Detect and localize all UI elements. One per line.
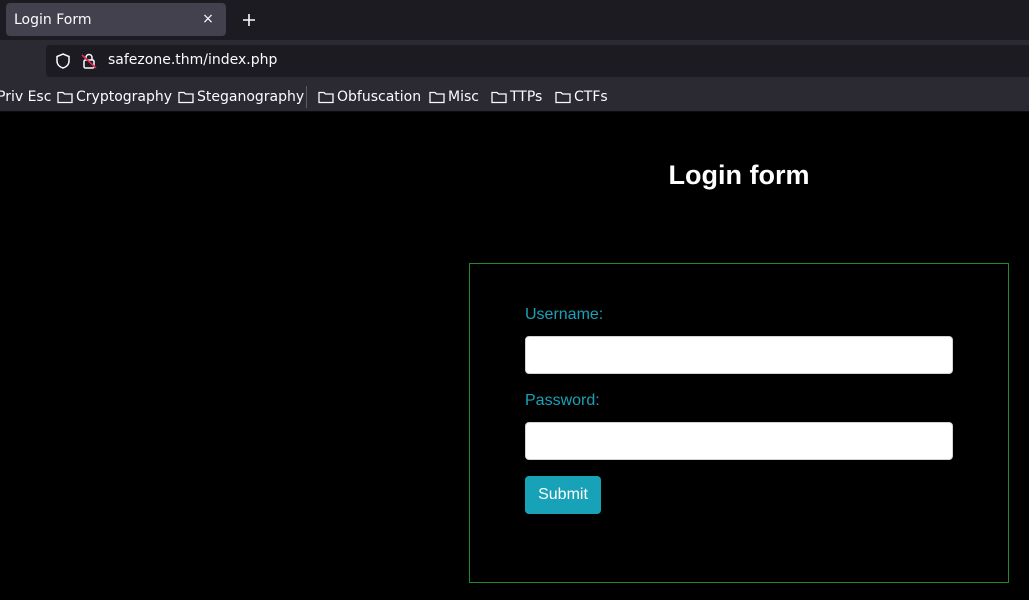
tab-bar: Login Form × <box>0 0 1029 40</box>
submit-button[interactable]: Submit <box>525 476 601 514</box>
bookmark-label: Obfuscation <box>337 89 422 105</box>
bookmark-label: TTPs <box>510 89 543 105</box>
bookmark-label: CTFs <box>574 89 608 105</box>
bookmark-ctfs[interactable]: CTFs <box>555 88 608 106</box>
bookmark-label: Misc <box>448 89 479 105</box>
bookmark-priv-esc[interactable]: Priv Esc <box>0 88 51 106</box>
bookmarks-separator <box>306 86 307 108</box>
bookmark-steganography[interactable]: Steganography <box>178 88 304 106</box>
url-text[interactable]: safezone.thm/index.php <box>108 52 277 68</box>
bookmark-misc[interactable]: Misc <box>429 88 479 106</box>
folder-icon <box>429 91 445 104</box>
plus-icon[interactable] <box>238 9 260 31</box>
username-label: Username: <box>525 306 604 323</box>
nav-bar: safezone.thm/index.php <box>0 40 1029 82</box>
password-label: Password: <box>525 392 600 409</box>
close-tab-icon[interactable]: × <box>200 11 216 27</box>
username-input[interactable] <box>525 336 953 374</box>
folder-icon <box>57 91 73 104</box>
login-form: Username: Password: Submit <box>469 263 1009 583</box>
folder-icon <box>491 91 507 104</box>
folder-icon <box>178 91 194 104</box>
folder-icon <box>555 91 571 104</box>
bookmark-label: Steganography <box>197 89 305 105</box>
bookmark-label: Cryptography <box>76 89 173 105</box>
password-input[interactable] <box>525 422 953 460</box>
bookmark-cryptography[interactable]: Cryptography <box>57 88 172 106</box>
bookmark-obfuscation[interactable]: Obfuscation <box>318 88 421 106</box>
folder-icon <box>318 91 334 104</box>
tab-title: Login Form <box>14 11 92 28</box>
page-title: Login form <box>668 160 810 190</box>
bookmark-ttps[interactable]: TTPs <box>491 88 542 106</box>
browser-tab[interactable]: Login Form × <box>6 3 226 36</box>
url-bar[interactable]: safezone.thm/index.php <box>46 45 1029 77</box>
shield-icon[interactable] <box>54 52 72 70</box>
page-content: Login form Username: Password: Submit <box>0 112 1029 600</box>
bookmarks-bar: Priv Esc Cryptography Steganography Obfu… <box>0 82 1029 112</box>
insecure-lock-icon[interactable] <box>80 52 98 70</box>
bookmark-label: Priv Esc <box>0 89 52 105</box>
